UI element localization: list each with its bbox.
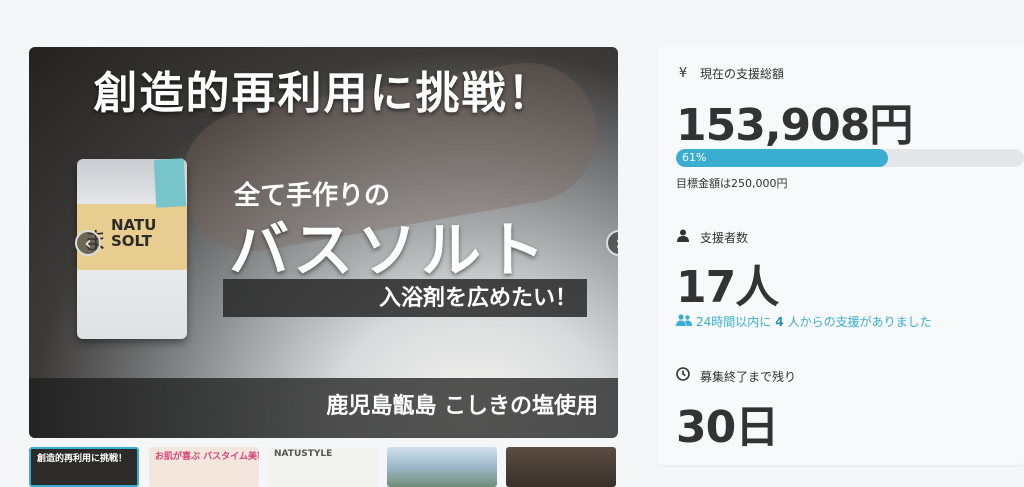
funding-progress-bar: 61% xyxy=(676,149,1024,167)
thumbnail-1-text: 創造的再利用に挑戦！ xyxy=(37,454,128,464)
thumbnail-3[interactable]: NATUSTYLE xyxy=(268,447,378,487)
recent-prefix: 24時間以内に xyxy=(696,315,772,329)
amount-label: 現在の支援総額 xyxy=(700,67,785,81)
supporters-label: 支援者数 xyxy=(700,231,749,245)
thumbnail-4[interactable] xyxy=(387,447,497,487)
amount-label-row: ¥ 現在の支援総額 xyxy=(676,65,784,82)
product-tag xyxy=(153,158,187,208)
remaining-label-row: 募集終了まで残り xyxy=(676,367,796,385)
supporters-value: 17人 xyxy=(676,262,779,313)
thumbnail-5[interactable] xyxy=(506,447,616,487)
recent-support-note: 24時間以内に 4 人からの支援がありました xyxy=(676,313,932,330)
bag-brand: NATU SOLT xyxy=(111,217,156,249)
thumbnail-1[interactable]: 創造的再利用に挑戦！ xyxy=(29,447,139,487)
recent-count: 4 xyxy=(775,314,784,329)
bag-brand-line2: SOLT xyxy=(111,232,152,250)
carousel-prev-button[interactable]: ‹ xyxy=(75,230,101,256)
bag-brand-line1: NATU xyxy=(111,216,157,234)
supporters-label-row: 支援者数 xyxy=(676,229,748,246)
remaining-label: 募集終了まで残り xyxy=(700,369,797,384)
progress-fill: 61% xyxy=(676,149,889,167)
person-icon xyxy=(676,229,690,246)
clock-icon xyxy=(676,367,690,385)
hero-title: 創造的再利用に挑戦！ xyxy=(93,68,554,119)
chevron-right-icon: › xyxy=(615,233,618,254)
thumbnail-3-text: NATUSTYLE xyxy=(274,449,333,459)
thumbnail-2-text: お肌が喜ぶ バスタイム美容を xyxy=(155,452,259,462)
remaining-value: 30日 xyxy=(676,402,779,453)
goal-amount: 目標金額は250,000円 xyxy=(676,177,788,190)
hero-subtitle-2: バスソルト xyxy=(229,216,549,286)
funding-stats-panel: ¥ 現在の支援総額 153,908円 61% 目標金額は250,000円 支援者… xyxy=(658,45,1024,465)
hero-bottom-caption: 鹿児島甑島 こしきの塩使用 xyxy=(29,378,618,438)
progress-percent: 61% xyxy=(682,151,707,164)
amount-value: 153,908円 xyxy=(676,100,913,151)
yen-icon: ¥ xyxy=(678,66,688,81)
chevron-left-icon: ‹ xyxy=(84,233,92,254)
hero-subtitle-3: 入浴剤を広めたい！ xyxy=(223,279,587,317)
people-icon xyxy=(676,314,692,329)
project-image-carousel[interactable]: 創造的再利用に挑戦！ ま NATU SOLT 全て手作りの バスソルト 入浴剤を… xyxy=(29,47,618,438)
thumbnail-2[interactable]: お肌が喜ぶ バスタイム美容を xyxy=(149,447,259,487)
carousel-next-button[interactable]: › xyxy=(606,230,618,256)
recent-suffix: 人からの支援がありました xyxy=(787,315,932,329)
